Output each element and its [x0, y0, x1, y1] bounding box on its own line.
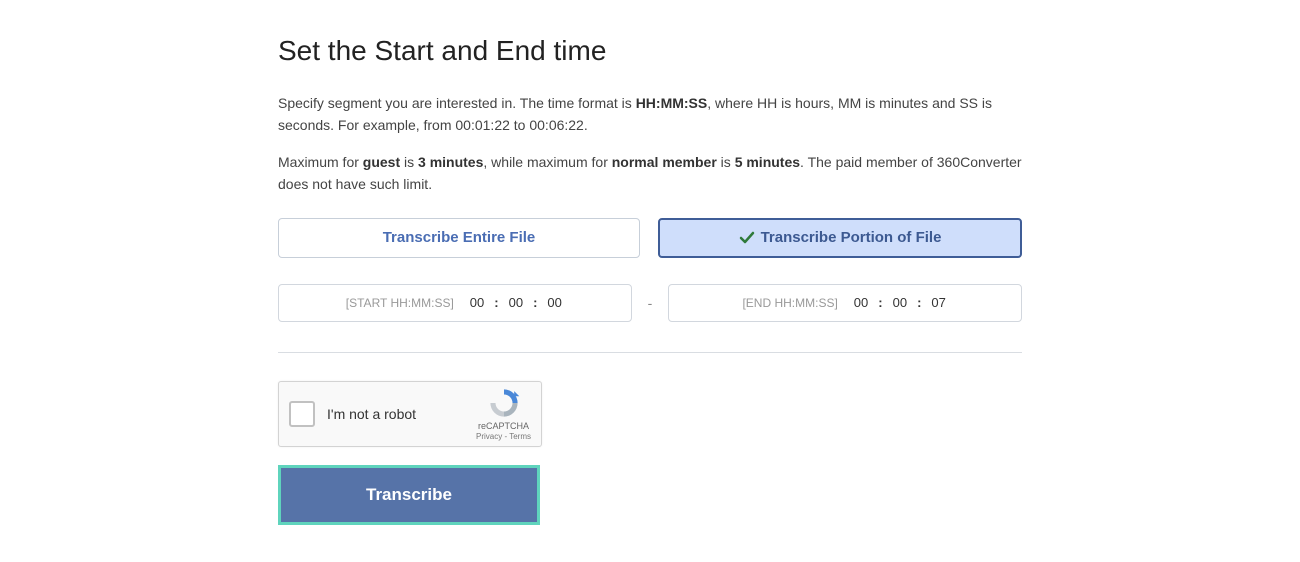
end-mm[interactable]: 00 — [891, 295, 909, 310]
recaptcha-text: I'm not a robot — [327, 406, 416, 422]
transcribe-button-highlight: Transcribe — [278, 465, 540, 525]
option-row: Transcribe Entire File Transcribe Portio… — [278, 218, 1022, 258]
end-hh[interactable]: 00 — [852, 295, 870, 310]
desc-member-limit-bold: 5 minutes — [735, 154, 800, 170]
recaptcha-icon — [487, 386, 521, 420]
end-time-label: [END HH:MM:SS] — [742, 296, 837, 310]
colon-separator: : — [533, 295, 537, 310]
desc-text: is — [717, 154, 735, 170]
start-hh[interactable]: 00 — [468, 295, 486, 310]
desc-guest-bold: guest — [363, 154, 400, 170]
colon-separator: : — [917, 295, 921, 310]
page-title: Set the Start and End time — [278, 35, 1022, 67]
transcribe-portion-button[interactable]: Transcribe Portion of File — [658, 218, 1022, 258]
recaptcha-checkbox[interactable] — [289, 401, 315, 427]
range-dash: - — [644, 295, 657, 311]
desc-member-bold: normal member — [612, 154, 717, 170]
end-ss[interactable]: 07 — [929, 295, 947, 310]
section-divider — [278, 352, 1022, 353]
recaptcha-box: I'm not a robot reCAPTCHA Privacy - Term… — [278, 381, 542, 447]
recaptcha-brand: reCAPTCHA — [476, 421, 531, 432]
captcha-branding: reCAPTCHA Privacy - Terms — [476, 386, 531, 441]
desc-text: is — [400, 154, 418, 170]
option-label: Transcribe Portion of File — [761, 229, 942, 246]
captcha-left: I'm not a robot — [289, 401, 416, 427]
desc-text: Maximum for — [278, 154, 363, 170]
captcha-container: I'm not a robot reCAPTCHA Privacy - Term… — [278, 381, 1022, 447]
option-label: Transcribe Entire File — [383, 229, 536, 246]
description-format: Specify segment you are interested in. T… — [278, 93, 1022, 136]
start-mm[interactable]: 00 — [507, 295, 525, 310]
end-time-input[interactable]: [END HH:MM:SS] 00 : 00 : 07 — [668, 284, 1022, 322]
desc-text: Specify segment you are interested in. T… — [278, 95, 636, 111]
start-time-label: [START HH:MM:SS] — [346, 296, 454, 310]
start-time-input[interactable]: [START HH:MM:SS] 00 : 00 : 00 — [278, 284, 632, 322]
time-range-row: [START HH:MM:SS] 00 : 00 : 00 - [END HH:… — [278, 284, 1022, 322]
recaptcha-links[interactable]: Privacy - Terms — [476, 432, 531, 442]
desc-format-bold: HH:MM:SS — [636, 95, 708, 111]
transcribe-button[interactable]: Transcribe — [281, 468, 537, 522]
colon-separator: : — [494, 295, 498, 310]
description-limits: Maximum for guest is 3 minutes, while ma… — [278, 152, 1022, 195]
transcribe-button-label: Transcribe — [366, 485, 452, 505]
colon-separator: : — [878, 295, 882, 310]
check-icon — [739, 230, 755, 246]
desc-guest-limit-bold: 3 minutes — [418, 154, 483, 170]
start-ss[interactable]: 00 — [545, 295, 563, 310]
desc-text: , while maximum for — [483, 154, 611, 170]
transcribe-entire-button[interactable]: Transcribe Entire File — [278, 218, 640, 258]
